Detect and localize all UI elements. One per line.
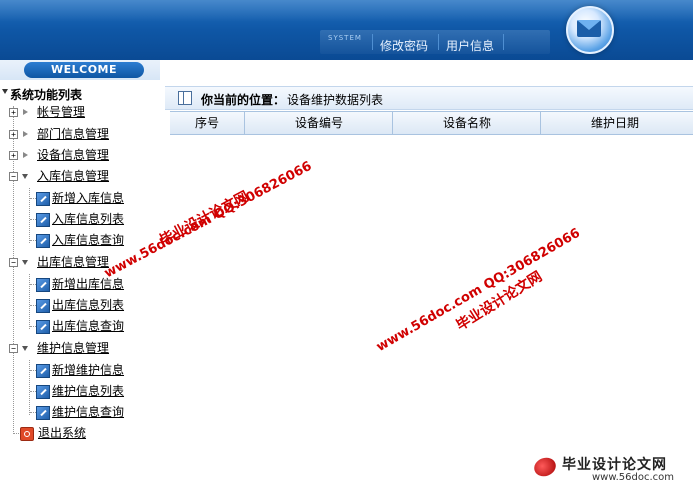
sidebar-item-label[interactable]: 入库信息管理 [37,166,109,186]
edit-icon [36,406,50,420]
system-tag: SYSTEM [328,34,362,42]
sidebar-item-label[interactable]: 设备信息管理 [37,145,109,165]
sidebar-item-label[interactable]: 帐号管理 [37,102,85,122]
nav-separator [503,34,504,50]
arrow-right-icon [23,152,28,158]
edit-icon [36,234,50,248]
nav-separator [438,34,439,50]
site-logo: 毕业设计论文网 www.56doc.com [531,454,689,484]
sidebar-tree: 系统功能列表 + 帐号管理 + 部门信息管理 + 设备信息管理 − 入库信息管理… [0,80,160,486]
sidebar-subitem-label[interactable]: 入库信息查询 [52,230,124,250]
sidebar-subitem-label[interactable]: 新增入库信息 [52,188,124,208]
edit-icon [36,213,50,227]
edit-icon [36,192,50,206]
location-label: 你当前的位置： [201,93,286,107]
welcome-label: WELCOME [24,62,144,78]
exit-link[interactable]: 退出系统 [38,423,86,443]
sidebar-subitem-label[interactable]: 入库信息列表 [52,209,124,229]
sidebar-item-label[interactable]: 维护信息管理 [37,338,109,358]
sidebar-subitem-label[interactable]: 维护信息查询 [52,402,124,422]
arrow-right-icon [23,131,28,137]
column-header-index: 序号 [194,116,219,130]
top-banner: SYSTEM 修改密码 用户信息 [0,0,693,60]
column-header-maintenance-date: 维护日期 [540,112,689,134]
welcome-bar: WELCOME [0,60,160,80]
change-password-link[interactable]: 修改密码 [380,37,428,54]
table-header: 序号 设备编号 设备名称 维护日期 [170,111,693,135]
tree-expand-icon[interactable] [2,89,8,94]
logo-icon [531,454,559,480]
arrow-down-icon [22,260,28,265]
tree-line [29,360,30,415]
column-header-device-id: 设备编号 [244,112,393,134]
sidebar-item-label[interactable]: 部门信息管理 [37,124,109,144]
mail-icon [577,20,601,37]
sidebar-subitem-label[interactable]: 出库信息查询 [52,316,124,336]
sidebar-subitem-label[interactable]: 出库信息列表 [52,295,124,315]
minus-icon[interactable]: − [9,172,18,181]
sidebar-item-label[interactable]: 出库信息管理 [37,252,109,272]
arrow-down-icon [22,174,28,179]
sidebar-subitem-label[interactable]: 新增维护信息 [52,360,124,380]
plus-icon[interactable]: + [9,130,18,139]
tree-line [13,433,19,434]
minus-icon[interactable]: − [9,344,18,353]
arrow-right-icon [23,109,28,115]
sidebar-subitem-label[interactable]: 维护信息列表 [52,381,124,401]
logo-name: 毕业设计论文网 [562,457,667,473]
edit-icon [36,385,50,399]
location-value: 设备维护数据列表 [287,93,384,107]
arrow-down-icon [22,346,28,351]
user-info-link[interactable]: 用户信息 [446,37,494,54]
power-icon [20,427,34,441]
tree-line [29,274,30,329]
plus-icon[interactable]: + [9,151,18,160]
edit-icon [36,278,50,292]
minus-icon[interactable]: − [9,258,18,267]
edit-icon [36,299,50,313]
edit-icon [36,320,50,334]
column-header-device-name: 设备名称 [392,112,541,134]
nav-separator [372,34,373,50]
sidebar-title: 系统功能列表 [10,88,83,102]
tree-line [29,188,30,243]
edit-icon [36,364,50,378]
watermark-text: www.56doc.com QQ:306826066 [374,225,583,355]
location-bar: 你当前的位置： 设备维护数据列表 [165,86,693,110]
plus-icon[interactable]: + [9,108,18,117]
mail-button[interactable] [566,6,614,54]
list-icon [178,91,192,105]
logo-url: www.56doc.com [592,472,675,483]
